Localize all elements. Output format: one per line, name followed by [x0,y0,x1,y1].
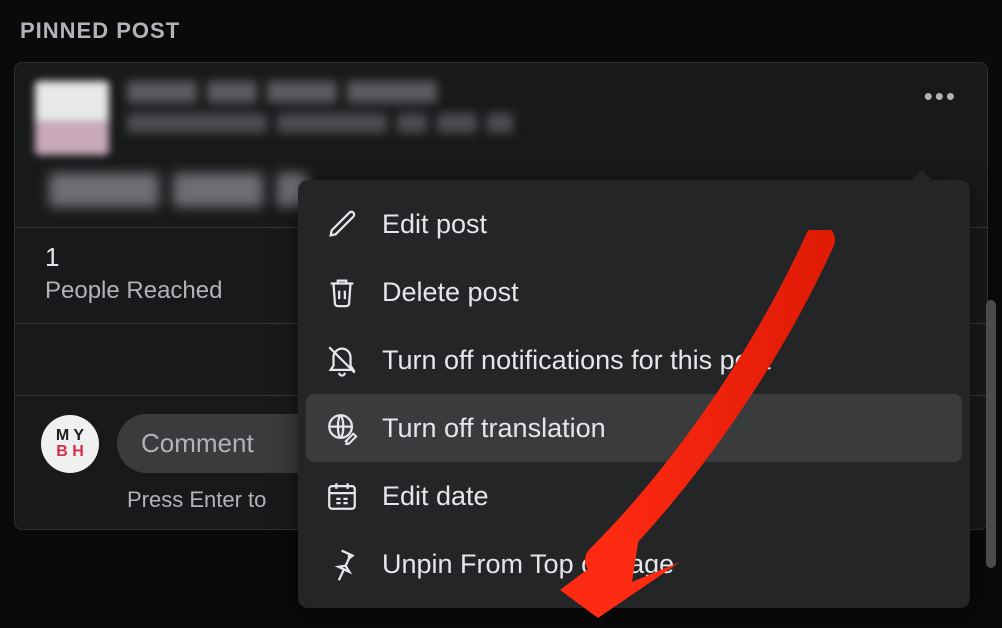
menu-label: Edit post [382,209,487,240]
menu-item-edit-post[interactable]: Edit post [306,190,962,258]
post-header: ••• [15,63,987,167]
menu-label: Turn off notifications for this post [382,345,771,376]
menu-label: Turn off translation [382,413,606,444]
menu-label: Delete post [382,277,519,308]
avatar-text-line1: M Y [56,428,84,444]
more-options-button[interactable]: ••• [924,91,957,101]
avatar-text-line2: B H [56,444,84,460]
post-options-menu: Edit post Delete post Turn off notificat… [298,180,970,608]
menu-item-translations-off[interactable]: Turn off translation [306,394,962,462]
menu-label: Unpin From Top of Page [382,549,674,580]
post-avatar[interactable] [35,81,109,155]
pencil-icon [324,206,360,242]
menu-item-edit-date[interactable]: Edit date [306,462,962,530]
calendar-icon [324,478,360,514]
trash-icon [324,274,360,310]
comment-avatar[interactable]: M Y B H [41,415,99,473]
menu-item-notifications-off[interactable]: Turn off notifications for this post [306,326,962,394]
pin-icon [324,546,360,582]
post-meta [127,81,967,143]
section-header: PINNED POST [0,0,1002,52]
menu-item-unpin[interactable]: Unpin From Top of Page [306,530,962,598]
scrollbar[interactable] [986,300,996,568]
globe-pencil-icon [324,410,360,446]
menu-item-delete-post[interactable]: Delete post [306,258,962,326]
menu-label: Edit date [382,481,489,512]
bell-slash-icon [324,342,360,378]
